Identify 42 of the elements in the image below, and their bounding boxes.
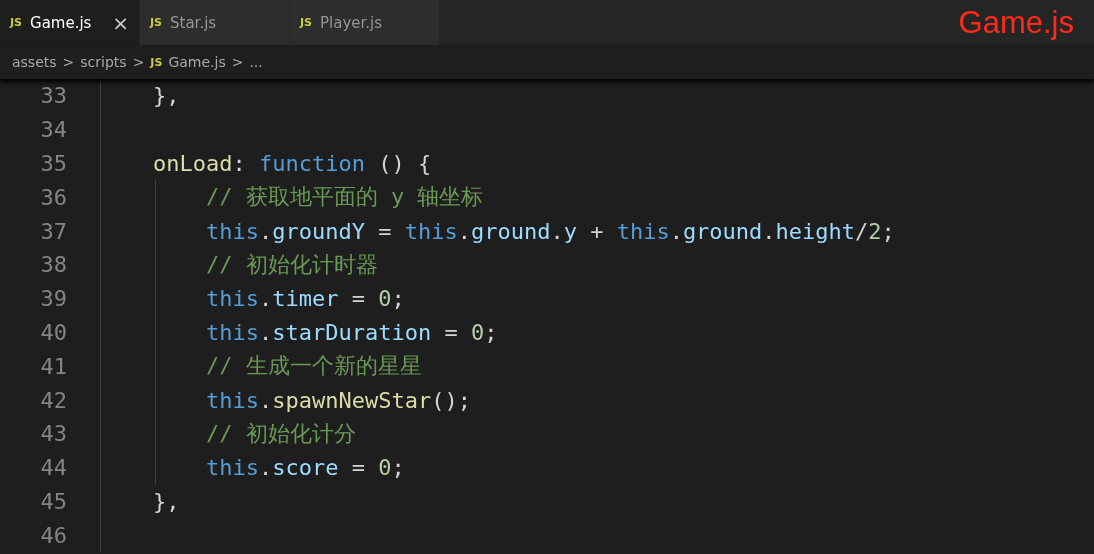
chevron-separator: > [62,54,75,70]
line-number: 35 [39,151,67,176]
code-line: // 获取地平面的 y 轴坐标 [204,183,484,212]
line-number: 37 [39,218,67,244]
editor-tab[interactable]: JS Star.js [140,0,290,45]
code-line: this.groundY = this.ground.y + this.ground.height/2; [204,218,895,244]
editor-tab[interactable]: JS Player.js [290,0,440,45]
line-number: 42 [39,387,67,413]
overlay-title: Game.js [958,4,1074,41]
js-file-icon: JS [300,16,312,29]
code-line: // 初始化计时器 [204,250,378,279]
code-line: this.timer = 0; [204,286,405,312]
line-number: 38 [39,252,67,278]
line-number: 33 [39,83,67,109]
line-number: 46 [39,522,67,548]
code-line: onLoad: function () { [151,151,432,176]
js-file-icon: JS [150,16,162,29]
line-number: 45 [39,488,67,514]
breadcrumb-item[interactable]: assets [12,54,57,70]
line-number: 36 [39,184,67,210]
chevron-separator: > [231,54,244,70]
breadcrumb-item[interactable]: Game.js [168,54,226,70]
line-number: 40 [39,319,67,345]
code-line: this.score = 0; [204,455,405,481]
line-number: 39 [39,286,67,312]
js-file-icon: JS [10,16,22,29]
code-line: this.starDuration = 0; [204,319,498,345]
close-icon[interactable]: × [112,10,129,35]
line-number: 34 [39,117,67,143]
code-line: }, [151,83,180,109]
chevron-separator: > [132,54,145,70]
editor-tab[interactable]: JS Game.js × [0,0,140,45]
js-file-icon: JS [150,55,163,69]
code-line: }, [151,488,180,514]
line-number: 41 [39,353,67,379]
code-line: // 生成一个新的星星 [204,352,422,381]
breadcrumb-item[interactable]: scripts [80,54,127,70]
code-line: this.spawnNewStar(); [204,387,471,413]
code-line: // 初始化计分 [204,419,356,448]
breadcrumb-item[interactable]: ... [249,54,263,70]
line-number: 44 [39,455,67,481]
line-number: 43 [39,421,67,447]
